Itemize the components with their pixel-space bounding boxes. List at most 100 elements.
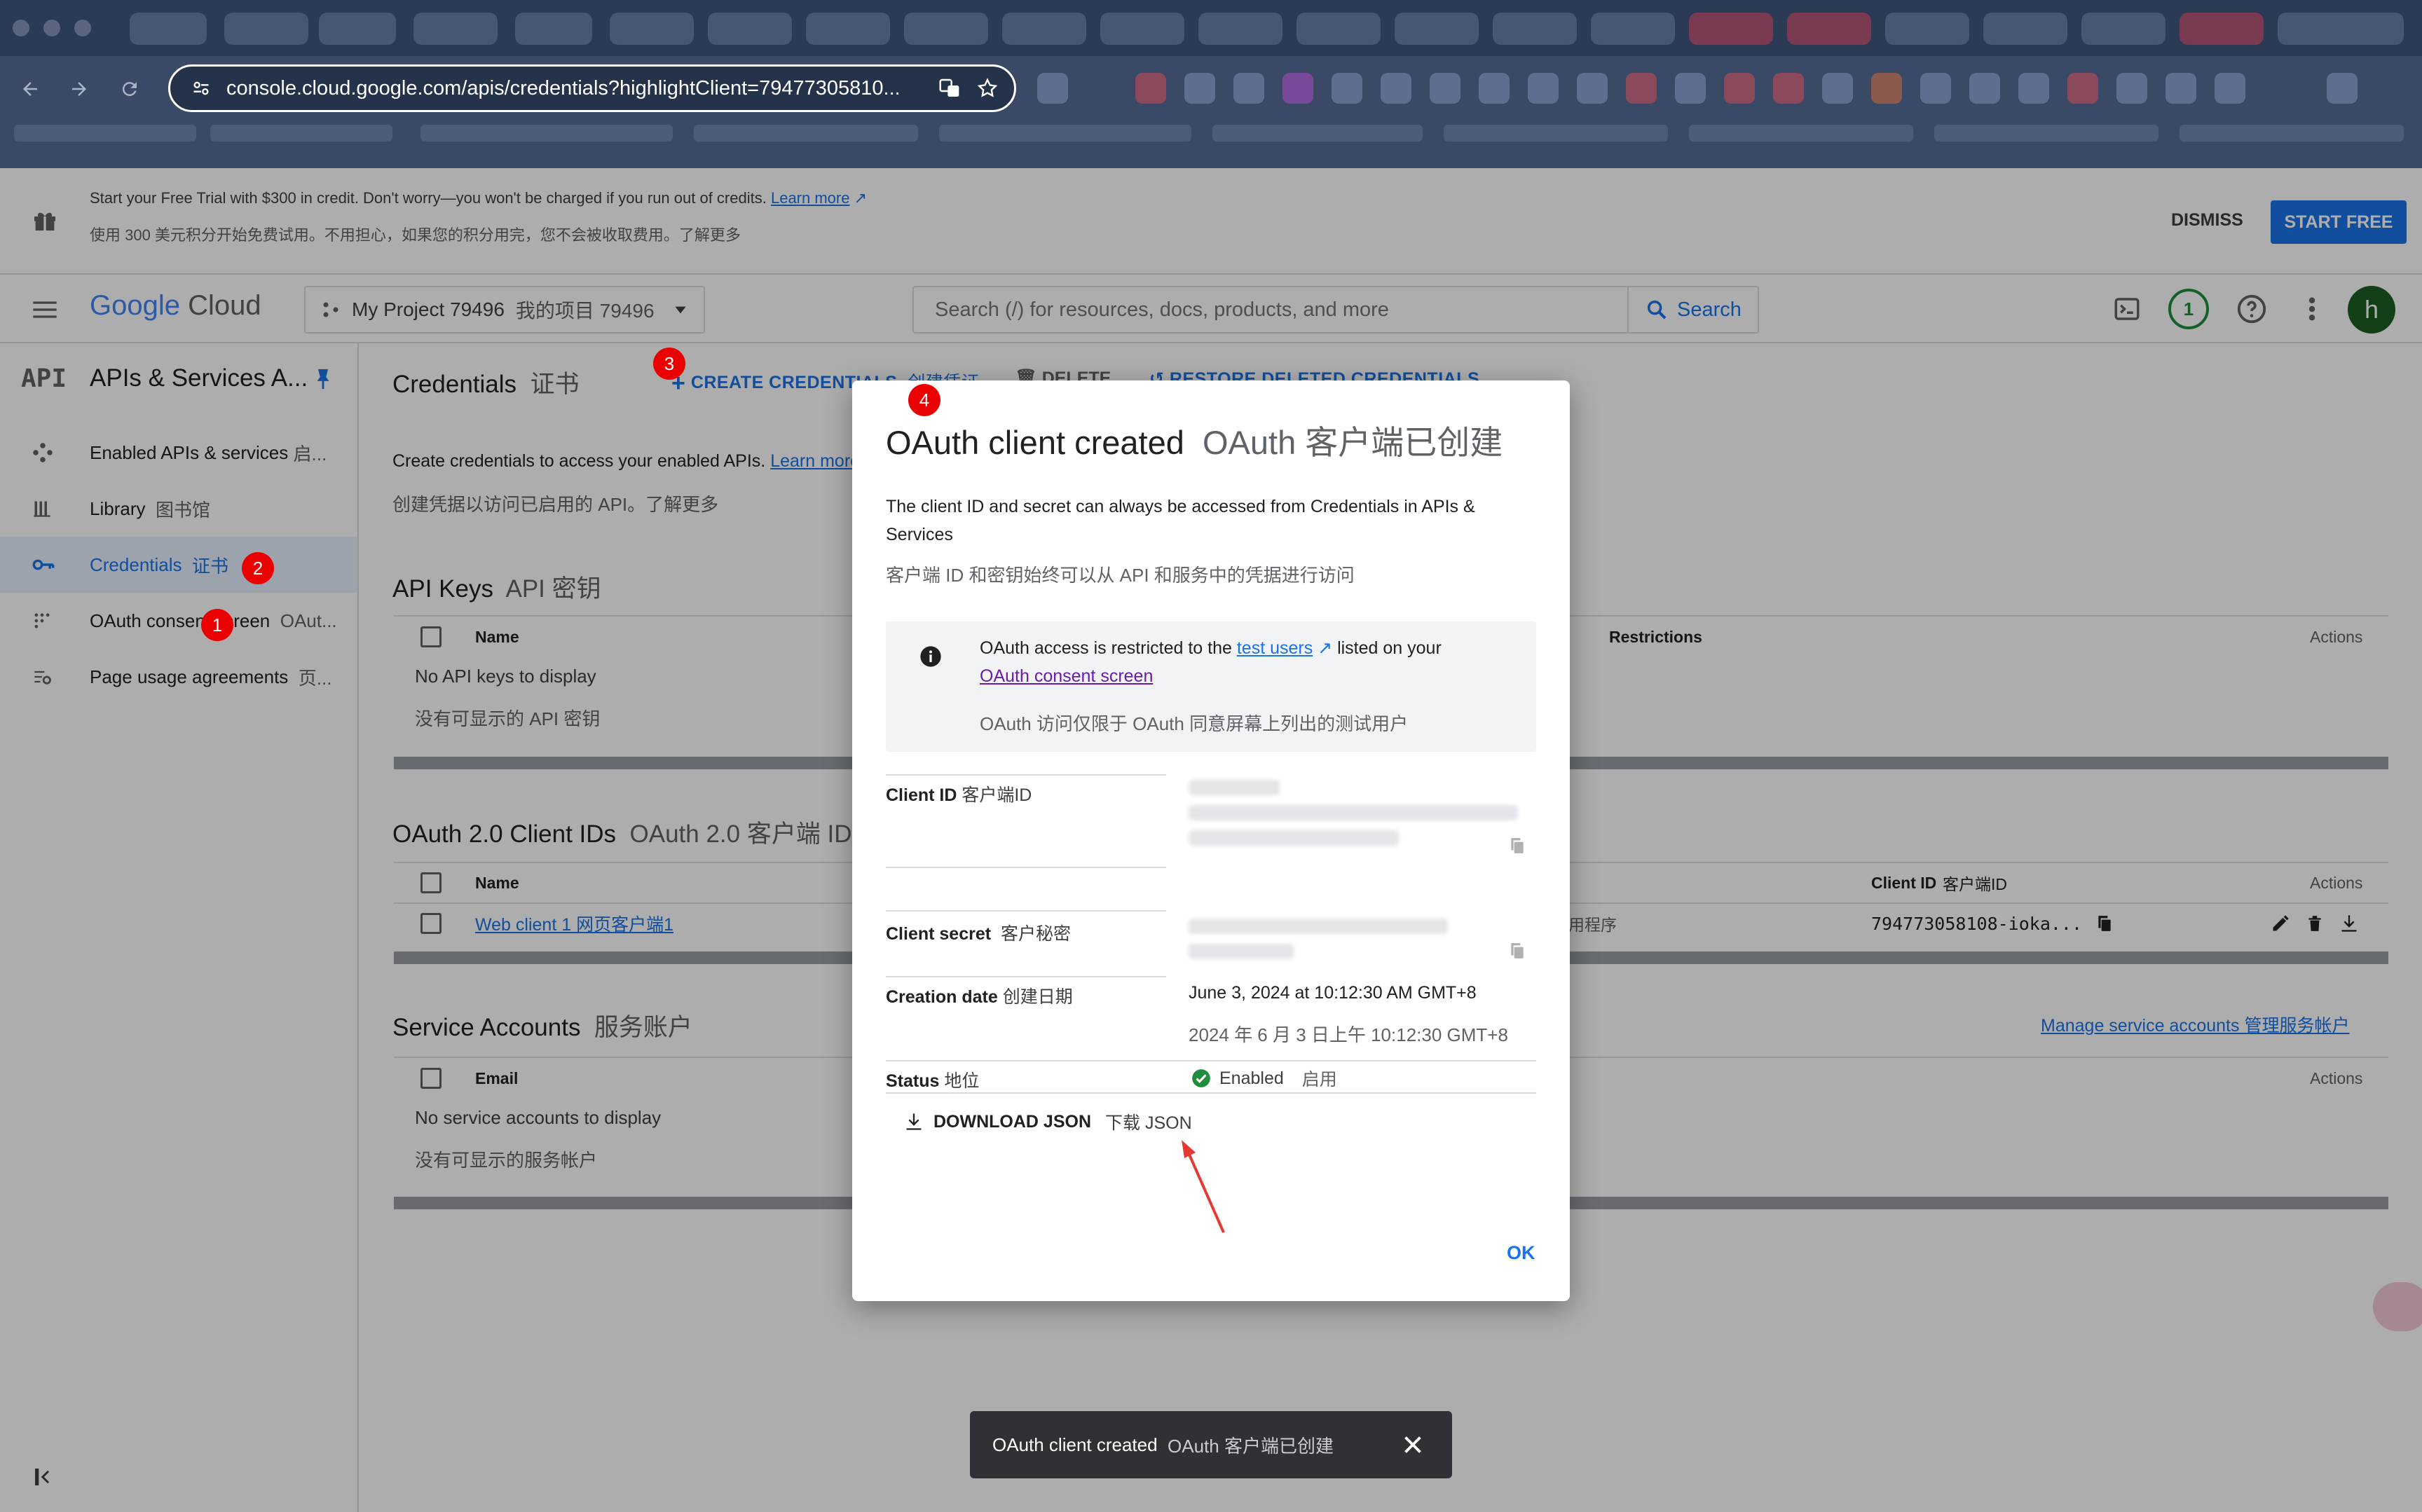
creation-date-label-text: Creation date [886, 987, 998, 1007]
copy-client-id-icon[interactable] [1508, 836, 1526, 855]
bookmark-item[interactable] [14, 125, 196, 142]
browser-tab[interactable] [413, 13, 498, 45]
browser-tab[interactable] [1983, 13, 2067, 45]
bookmark-item[interactable] [1444, 125, 1668, 142]
extension-icon[interactable] [1528, 73, 1559, 104]
external-link-icon: ↗ [1318, 638, 1333, 658]
check-circle-icon [1191, 1068, 1211, 1088]
bookmark-item[interactable] [939, 125, 1191, 142]
status-label-zh: 地位 [944, 1071, 980, 1091]
site-settings-icon[interactable] [191, 78, 211, 98]
browser-tab[interactable] [1787, 13, 1871, 45]
bookmark-item[interactable] [1689, 125, 1913, 142]
back-icon[interactable] [13, 71, 48, 106]
download-json-button[interactable]: DOWNLOAD JSON 下载 JSON [904, 1109, 1192, 1134]
test-users-link[interactable]: test users [1237, 638, 1313, 658]
oauth-created-dialog: OAuth client created OAuth 客户端已创建 The cl… [852, 380, 1570, 1301]
browser-tab[interactable] [1395, 13, 1479, 45]
status-value: Enabled [1219, 1068, 1284, 1088]
bookmark-item[interactable] [1212, 125, 1423, 142]
browser-tab[interactable] [1100, 13, 1184, 45]
extension-icon[interactable] [2116, 73, 2147, 104]
bookmark-star-icon[interactable] [976, 77, 999, 99]
browser-tab[interactable] [904, 13, 988, 45]
extension-icon[interactable] [2018, 73, 2049, 104]
info-callout: OAuth access is restricted to the test u… [886, 621, 1536, 752]
window-close-button[interactable] [13, 20, 29, 36]
bookmark-item[interactable] [420, 125, 673, 142]
creation-date-label-zh: 创建日期 [1002, 987, 1073, 1007]
browser-tab[interactable] [1296, 13, 1381, 45]
extension-icon[interactable] [1969, 73, 2000, 104]
browser-tab[interactable] [2180, 13, 2264, 45]
translate-icon[interactable] [938, 77, 961, 99]
bookmark-item[interactable] [2180, 125, 2404, 142]
extension-icon[interactable] [1184, 73, 1215, 104]
copy-client-secret-icon[interactable] [1508, 941, 1526, 961]
bookmark-item[interactable] [1934, 125, 2158, 142]
browser-tab[interactable] [610, 13, 694, 45]
browser-toolbar: console.cloud.google.com/apis/credential… [0, 56, 2422, 168]
divider [886, 910, 1166, 912]
snackbar-message-zh: OAuth 客户端已创建 [1168, 1435, 1334, 1457]
creation-date-value-zh: 2024 年 6 月 3 日上午 10:12:30 GMT+8 [1189, 1024, 1508, 1045]
browser-tab[interactable] [319, 13, 396, 45]
dialog-description-zh: 客户端 ID 和密钥始终可以从 API 和服务中的凭据进行访问 [886, 565, 1355, 586]
extension-icon[interactable] [1577, 73, 1608, 104]
extension-icon[interactable] [1332, 73, 1362, 104]
browser-tab[interactable] [1885, 13, 1969, 45]
dialog-title-zh: OAuth 客户端已创建 [1202, 424, 1503, 461]
extension-icon[interactable] [1430, 73, 1460, 104]
oauth-consent-screen-link[interactable]: OAuth consent screen [980, 666, 1153, 686]
extension-icon[interactable] [1135, 73, 1166, 104]
extension-icon[interactable] [2215, 73, 2245, 104]
reload-icon[interactable] [112, 71, 147, 106]
browser-tab[interactable] [1198, 13, 1282, 45]
dialog-title-text: OAuth client created [886, 424, 1184, 461]
extension-icon[interactable] [2067, 73, 2098, 104]
browser-tab[interactable] [1493, 13, 1577, 45]
extension-icon[interactable] [1282, 73, 1313, 104]
browser-tab[interactable] [2278, 13, 2404, 45]
download-icon [904, 1111, 924, 1132]
address-bar[interactable]: console.cloud.google.com/apis/credential… [168, 64, 1016, 112]
browser-tab[interactable] [806, 13, 890, 45]
info-text: OAuth access is restricted to the test u… [980, 634, 1512, 690]
window-minimize-button[interactable] [43, 20, 60, 36]
browser-tab[interactable] [2081, 13, 2166, 45]
ok-button[interactable]: OK [1507, 1242, 1535, 1264]
divider [886, 774, 1166, 776]
extension-icon[interactable] [1822, 73, 1853, 104]
browser-tab[interactable] [1002, 13, 1086, 45]
browser-tab[interactable] [224, 13, 308, 45]
browser-tab[interactable] [708, 13, 792, 45]
snackbar-message: OAuth client created [992, 1434, 1158, 1455]
browser-tab[interactable] [1591, 13, 1675, 45]
extension-icon[interactable] [1675, 73, 1706, 104]
browser-tab[interactable] [130, 13, 207, 45]
extension-icon[interactable] [1626, 73, 1657, 104]
forward-icon[interactable] [62, 71, 97, 106]
extension-icon[interactable] [1724, 73, 1755, 104]
status-label-text: Status [886, 1071, 940, 1091]
window-maximize-button[interactable] [74, 20, 91, 36]
info-text-mid: listed on your [1337, 638, 1442, 658]
client-secret-label-zh: 客户秘密 [1000, 924, 1071, 944]
extension-icon[interactable] [1920, 73, 1951, 104]
browser-tab[interactable] [515, 13, 592, 45]
extension-icon[interactable] [1037, 73, 1068, 104]
close-icon[interactable] [1400, 1432, 1425, 1457]
divider [886, 1060, 1536, 1061]
extension-icon[interactable] [1479, 73, 1510, 104]
extension-icon[interactable] [2327, 73, 2358, 104]
browser-tab[interactable] [1689, 13, 1773, 45]
extension-icon[interactable] [1871, 73, 1902, 104]
bookmark-item[interactable] [210, 125, 392, 142]
bookmark-item[interactable] [694, 125, 918, 142]
info-icon [919, 645, 942, 668]
status-label: Status 地位 [886, 1067, 979, 1092]
extension-icon[interactable] [1381, 73, 1411, 104]
extension-icon[interactable] [1773, 73, 1804, 104]
extension-icon[interactable] [2166, 73, 2196, 104]
extension-icon[interactable] [1233, 73, 1264, 104]
